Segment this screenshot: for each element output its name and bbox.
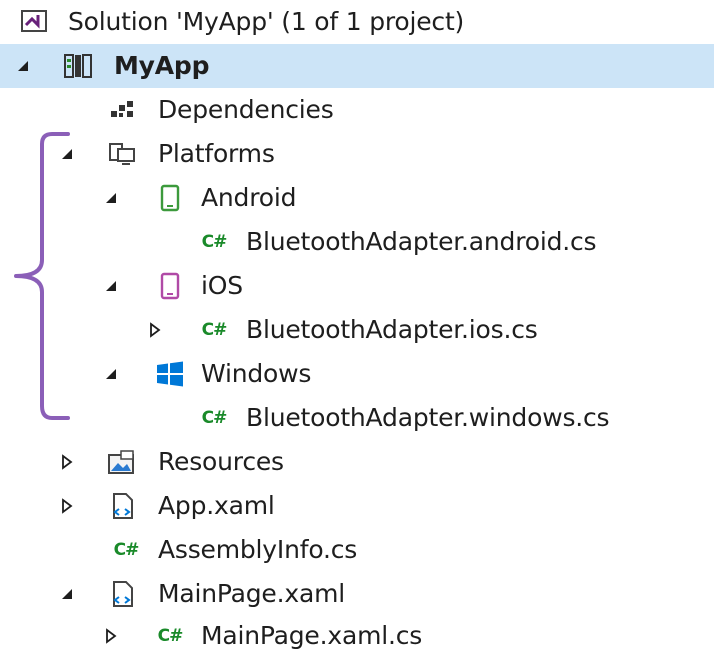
tree-row-assemblyinfo[interactable]: C# AssemblyInfo.cs (0, 528, 714, 572)
visual-studio-solution-icon (16, 0, 52, 44)
csharp-file-icon: C# (201, 320, 228, 340)
csharp-file-icon: C# (201, 232, 228, 252)
project-label: MyApp (114, 51, 210, 80)
mainpage-xaml-cs-label: MainPage.xaml.cs (201, 621, 423, 650)
tree-row-android-file[interactable]: C# BluetoothAdapter.android.cs (0, 220, 714, 264)
tree-row-ios[interactable]: iOS (0, 264, 714, 308)
expand-arrow-icon[interactable] (146, 308, 164, 352)
tree-row-project[interactable]: MyApp (0, 44, 714, 88)
collapse-arrow-icon[interactable] (14, 44, 32, 88)
tree-row-mainpage-xaml[interactable]: MainPage.xaml (0, 572, 714, 616)
platforms-annotation-bracket (14, 132, 70, 420)
csharp-file-icon: C# (157, 626, 184, 646)
android-file-label: BluetoothAdapter.android.cs (246, 227, 597, 256)
windows-logo-icon (152, 352, 188, 396)
collapse-arrow-icon[interactable] (102, 264, 120, 308)
csharp-file-icon: C# (113, 540, 140, 560)
solution-explorer-tree: Solution 'MyApp' (1 of 1 project) MyApp (0, 0, 714, 668)
tree-row-platforms[interactable]: Platforms (0, 132, 714, 176)
expand-arrow-icon[interactable] (58, 440, 76, 484)
assemblyinfo-label: AssemblyInfo.cs (158, 535, 358, 564)
collapse-arrow-icon[interactable] (102, 352, 120, 396)
tree-row-solution[interactable]: Solution 'MyApp' (1 of 1 project) (0, 0, 714, 44)
windows-label: Windows (201, 359, 312, 388)
tree-row-resources[interactable]: Resources (0, 440, 714, 484)
csharp-file-icon: C# (201, 408, 228, 428)
collapse-arrow-icon[interactable] (58, 572, 76, 616)
dependencies-icon (104, 88, 140, 132)
android-phone-icon (152, 176, 188, 220)
tree-row-mainpage-xaml-cs[interactable]: C# MainPage.xaml.cs (0, 614, 714, 658)
tree-row-android[interactable]: Android (0, 176, 714, 220)
resources-label: Resources (158, 447, 284, 476)
project-icon (60, 44, 96, 88)
platforms-label: Platforms (158, 139, 275, 168)
windows-file-label: BluetoothAdapter.windows.cs (246, 403, 610, 432)
mainpage-xaml-label: MainPage.xaml (158, 579, 345, 608)
tree-row-ios-file[interactable]: C# BluetoothAdapter.ios.cs (0, 308, 714, 352)
app-xaml-label: App.xaml (158, 491, 275, 520)
expand-arrow-icon[interactable] (102, 614, 120, 658)
collapse-arrow-icon[interactable] (102, 176, 120, 220)
tree-row-app-xaml[interactable]: App.xaml (0, 484, 714, 528)
ios-label: iOS (201, 271, 243, 300)
tree-row-windows-file[interactable]: C# BluetoothAdapter.windows.cs (0, 396, 714, 440)
solution-label: Solution 'MyApp' (1 of 1 project) (68, 7, 465, 36)
dependencies-label: Dependencies (158, 95, 334, 124)
tree-row-windows[interactable]: Windows (0, 352, 714, 396)
expand-arrow-icon[interactable] (58, 484, 76, 528)
ios-phone-icon (152, 264, 188, 308)
ios-file-label: BluetoothAdapter.ios.cs (246, 315, 538, 344)
platforms-icon (104, 132, 140, 176)
xaml-file-icon (104, 572, 140, 616)
tree-row-dependencies[interactable]: Dependencies (0, 88, 714, 132)
android-label: Android (201, 183, 297, 212)
resources-folder-icon (104, 440, 140, 484)
xaml-file-icon (104, 484, 140, 528)
